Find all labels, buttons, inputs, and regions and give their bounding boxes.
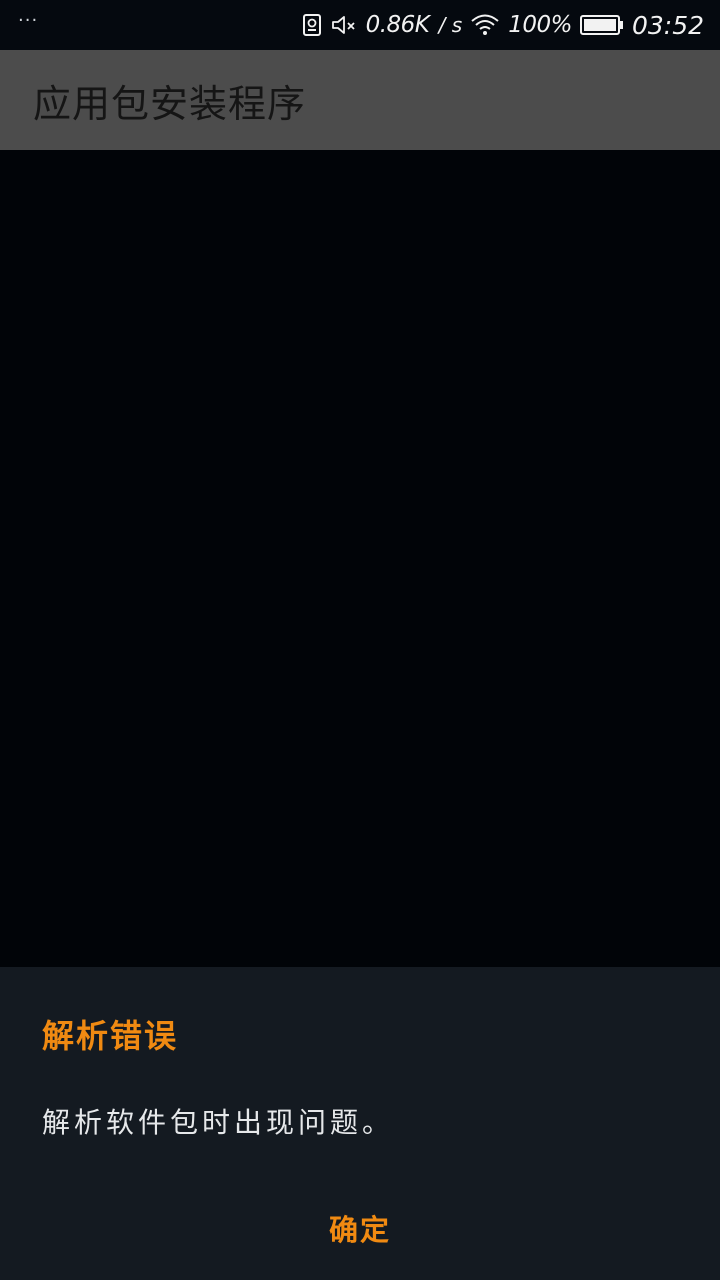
sim-icon <box>302 13 322 37</box>
network-speed-value: 0.86K <box>365 12 430 38</box>
content-area <box>0 150 720 967</box>
battery-icon <box>579 14 624 36</box>
clock: 03:52 <box>631 10 704 40</box>
status-bar: ··· 0.86K / s 100% 03:52 <box>0 0 720 50</box>
network-speed-unit: / s <box>438 13 463 37</box>
error-dialog: 解析错误 解析软件包时出现问题。 确定 <box>0 967 720 1280</box>
app-title: 应用包安装程序 <box>33 81 307 126</box>
wifi-icon <box>470 13 500 37</box>
network-speed: 0.86K / s <box>366 12 463 38</box>
dialog-message: 解析软件包时出现问题。 <box>42 1106 395 1139</box>
dialog-title: 解析错误 <box>42 1017 179 1055</box>
battery-percent: 100% <box>508 12 572 38</box>
screen: ··· 0.86K / s 100% 03:52 应用包安装程序 解析错误 解析… <box>0 0 720 1280</box>
status-indicators: 0.86K / s 100% 03:52 <box>302 11 704 40</box>
confirm-button[interactable]: 确定 <box>0 1193 720 1263</box>
notification-overflow-icon: ··· <box>18 10 39 31</box>
mute-icon <box>330 13 358 37</box>
app-bar: 应用包安装程序 <box>0 50 720 150</box>
